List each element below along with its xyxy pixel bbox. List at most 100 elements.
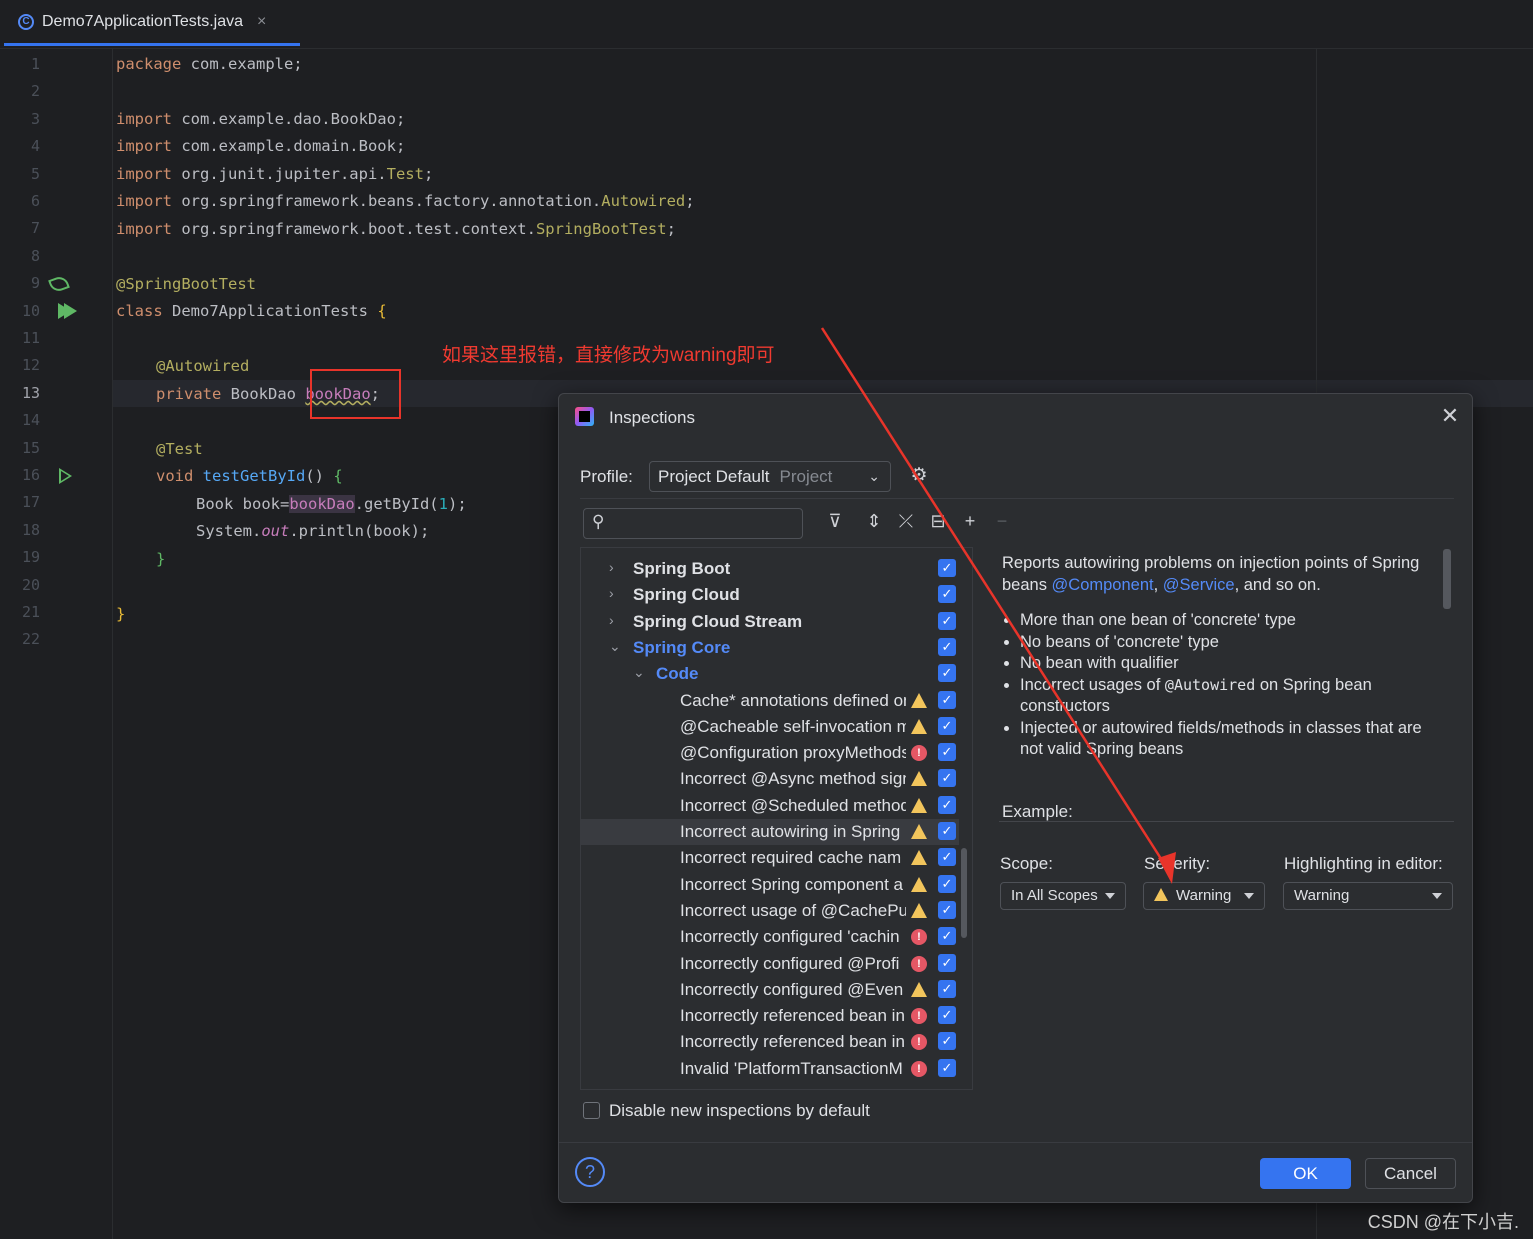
chevron-right-icon[interactable]: › [609, 585, 614, 601]
component-link[interactable]: @Component [1052, 576, 1154, 594]
tree-row[interactable]: Incorrectly referenced bean in! ✓ [581, 1003, 959, 1029]
chevron-right-icon[interactable]: › [609, 612, 614, 628]
inspections-tree[interactable]: › Spring Boot ✓ › Spring Cloud ✓ › Spring Cloud… [580, 547, 973, 1090]
enabled-checkbox[interactable]: ✓ [938, 900, 956, 919]
enabled-checkbox[interactable]: ✓ [938, 874, 956, 893]
enabled-checkbox[interactable]: ✓ [938, 664, 956, 683]
severity-dropdown[interactable]: Warning [1143, 882, 1265, 910]
warning-icon [1154, 888, 1168, 901]
disable-new-inspections-checkbox[interactable] [583, 1102, 600, 1119]
run-test-icon[interactable] [59, 468, 72, 484]
enabled-checkbox[interactable]: ✓ [938, 1032, 956, 1051]
enabled-checkbox[interactable]: ✓ [938, 637, 956, 656]
tree-row[interactable]: Incorrect @Scheduled method ✓ [581, 793, 959, 819]
ok-button[interactable]: OK [1260, 1158, 1351, 1189]
code-line-10[interactable]: class Demo7ApplicationTests { [116, 302, 387, 320]
chevron-right-icon[interactable]: › [609, 559, 614, 575]
tree-row-label: Incorrect @Async method sign [680, 769, 906, 789]
enabled-checkbox[interactable]: ✓ [938, 979, 956, 998]
code-line-18[interactable]: System.out.println(book); [196, 522, 429, 540]
code-line-19[interactable]: } [156, 550, 165, 568]
tree-row[interactable]: Incorrect required cache nam ✓ [581, 845, 959, 871]
reset-icon[interactable]: ⊟ [926, 511, 950, 532]
cancel-button[interactable]: Cancel [1365, 1158, 1456, 1189]
filter-icon[interactable]: ⊽ [823, 511, 847, 532]
warning-icon [911, 824, 927, 839]
tree-row[interactable]: Incorrectly configured @Even ✓ [581, 977, 959, 1003]
tree-row[interactable]: Incorrectly referenced bean in! ✓ [581, 1029, 959, 1055]
expand-all-icon[interactable]: ⇕ [862, 511, 886, 532]
code-line-17[interactable]: Book book=bookDao.getById(1); [196, 495, 467, 513]
chevron-down-icon[interactable]: ⌄ [609, 638, 621, 655]
tree-row[interactable]: › Spring Cloud Stream ✓ [581, 609, 959, 635]
code-line-4[interactable]: import com.example.domain.Book; [116, 137, 405, 155]
code-line-6[interactable]: import org.springframework.beans.factory… [116, 192, 695, 210]
enabled-checkbox[interactable]: ✓ [938, 559, 956, 577]
tree-scrollbar[interactable] [961, 848, 967, 938]
tree-row[interactable]: Incorrect usage of @CachePut ✓ [581, 898, 959, 924]
line-number: 4 [30, 137, 40, 156]
enabled-checkbox[interactable]: ✓ [938, 1058, 956, 1077]
tree-row[interactable]: Invalid 'PlatformTransactionM! ✓ [581, 1056, 959, 1082]
example-label: Example: [1002, 802, 1073, 821]
enabled-checkbox[interactable]: ✓ [938, 611, 956, 630]
code-line-3[interactable]: import com.example.dao.BookDao; [116, 110, 405, 128]
enabled-checkbox[interactable]: ✓ [938, 743, 956, 762]
tree-row[interactable]: @Configuration proxyMethods! ✓ [581, 740, 959, 766]
line-number: 15 [21, 438, 40, 457]
scope-dropdown[interactable]: In All Scopes [1000, 882, 1126, 910]
code-line-12[interactable]: @Autowired [156, 357, 249, 375]
tree-row[interactable]: Incorrectly configured 'cachin! ✓ [581, 924, 959, 950]
tree-row[interactable]: ⌄ Spring Core ✓ [581, 635, 959, 661]
tree-row[interactable]: › Spring Cloud ✓ [581, 582, 959, 608]
tree-row[interactable]: Incorrect @Async method sign ✓ [581, 766, 959, 792]
service-link[interactable]: @Service [1163, 576, 1235, 594]
code-line-7[interactable]: import org.springframework.boot.test.con… [116, 220, 676, 238]
tree-row[interactable]: ⌄ Code ✓ [581, 661, 959, 687]
enabled-checkbox[interactable]: ✓ [938, 690, 956, 709]
tree-row[interactable]: @Cacheable self-invocation m ✓ [581, 714, 959, 740]
enabled-checkbox[interactable]: ✓ [938, 848, 956, 867]
code-line-1[interactable]: package com.example; [116, 55, 303, 73]
highlighting-dropdown[interactable]: Warning [1283, 882, 1453, 910]
tree-row[interactable]: Incorrect Spring component a ✓ [581, 872, 959, 898]
code-line-5[interactable]: import org.junit.jupiter.api.Test; [116, 165, 433, 183]
tree-row-label: Incorrect autowiring in Spring [680, 822, 901, 841]
tree-row[interactable]: Incorrectly configured @Profi! ✓ [581, 951, 959, 977]
enabled-checkbox[interactable]: ✓ [938, 585, 956, 604]
code-line-21[interactable]: } [116, 605, 125, 623]
code-line-16[interactable]: void testGetById() { [156, 467, 343, 485]
warning-icon [911, 902, 927, 918]
tree-row-label: @Configuration proxyMethods [680, 743, 906, 763]
enabled-checkbox[interactable]: ✓ [938, 822, 956, 840]
close-tab-icon[interactable]: × [257, 13, 266, 31]
profile-dropdown[interactable]: Project Default Project ⌄ [649, 461, 891, 492]
remove-icon[interactable]: − [990, 511, 1014, 532]
enabled-checkbox[interactable]: ✓ [938, 953, 956, 972]
tree-row[interactable]: Cache* annotations defined on ✓ [581, 688, 959, 714]
search-input[interactable]: ⚲ [583, 508, 803, 539]
run-class-icon-second[interactable] [64, 303, 77, 319]
code-line-15[interactable]: @Test [156, 440, 203, 458]
enabled-checkbox[interactable]: ✓ [938, 716, 956, 735]
tree-row-label: Spring Boot [633, 559, 731, 578]
enabled-checkbox[interactable]: ✓ [938, 769, 956, 788]
collapse-all-icon[interactable]: ⤫ [894, 511, 918, 532]
tree-row[interactable]: › Spring Boot ✓ [581, 556, 959, 582]
tree-row[interactable]: Incorrect autowiring in Spring ✓ [581, 819, 959, 845]
editor-tab[interactable]: C Demo7ApplicationTests.java × [4, 0, 300, 46]
dropdown-arrow-icon [1105, 893, 1115, 899]
warning-icon [911, 692, 927, 708]
tree-row-label: Invalid 'PlatformTransactionM [680, 1058, 903, 1078]
enabled-checkbox[interactable]: ✓ [938, 927, 956, 946]
close-icon[interactable]: ✕ [1438, 404, 1462, 428]
code-line-9[interactable]: @SpringBootTest [116, 275, 256, 293]
gear-icon[interactable]: ⚙ [909, 466, 929, 486]
enabled-checkbox[interactable]: ✓ [938, 795, 956, 814]
enabled-checkbox[interactable]: ✓ [938, 1006, 956, 1025]
add-icon[interactable]: + [958, 511, 982, 532]
chevron-down-icon[interactable]: ⌄ [633, 664, 645, 681]
description-scrollbar[interactable] [1443, 549, 1451, 609]
line-number: 13 [21, 383, 40, 402]
help-icon[interactable]: ? [575, 1157, 605, 1187]
